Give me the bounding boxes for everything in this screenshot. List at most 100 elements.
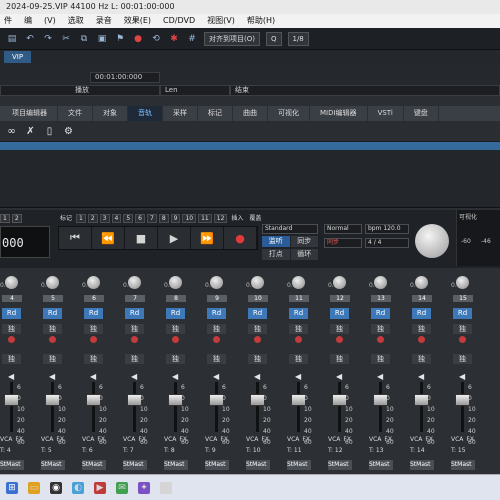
vca-button[interactable]: VCA [205, 436, 217, 443]
vca-button[interactable]: VCA [451, 436, 463, 443]
monitor-button[interactable]: 独 [371, 354, 390, 364]
monitor-button[interactable]: 独 [453, 354, 472, 364]
quantize-label[interactable]: Q [265, 31, 282, 46]
file-tab[interactable]: VIP [4, 51, 32, 63]
vca-button[interactable]: VCA [82, 436, 94, 443]
fx-button[interactable]: FX [425, 436, 433, 443]
solo-button[interactable]: 独 [43, 324, 62, 334]
paste-icon[interactable]: ▣ [96, 33, 108, 45]
solo-button[interactable]: 独 [207, 324, 226, 334]
solo-button[interactable]: 独 [166, 324, 185, 334]
forward-button[interactable]: ⏩ [191, 227, 224, 249]
play-button[interactable]: ▶ [158, 227, 191, 249]
speaker-icon[interactable]: ◀ [336, 372, 342, 381]
tab-midi-editor[interactable]: MIDI编辑器 [310, 106, 368, 121]
tab-object[interactable]: 对象 [93, 106, 128, 121]
snap-dropdown[interactable]: 对齐到项目(O) [204, 31, 260, 46]
marker-5[interactable]: 5 [123, 214, 134, 223]
marker-8[interactable]: 8 [158, 214, 169, 223]
vca-button[interactable]: VCA [0, 436, 12, 443]
record-icon[interactable]: ● [132, 33, 144, 45]
speaker-icon[interactable]: ◀ [418, 372, 424, 381]
vca-button[interactable]: VCA [164, 436, 176, 443]
solo-button[interactable]: 独 [330, 324, 349, 334]
stop-button[interactable]: ■ [125, 227, 158, 249]
menu-item-view[interactable]: 视图(V) [207, 14, 235, 28]
menu-item-cd-dvd[interactable]: CD/DVD [163, 14, 195, 28]
solo-button[interactable]: 独 [2, 324, 21, 334]
solo-button[interactable]: 独 [371, 324, 390, 334]
media-icon[interactable]: ▶ [94, 481, 106, 494]
tab-track[interactable]: 音轨 [128, 106, 163, 121]
record-arm-icon[interactable] [459, 336, 466, 343]
monitor-button[interactable]: 独 [207, 354, 226, 364]
vca-button[interactable]: VCA [41, 436, 53, 443]
new-project-icon[interactable]: ▤ [6, 33, 18, 45]
marker-icon[interactable]: ⚑ [114, 33, 126, 45]
read-button[interactable]: Rd [248, 308, 267, 319]
fx-button[interactable]: FX [56, 436, 64, 443]
grid-icon[interactable]: # [186, 33, 198, 45]
vca-button[interactable]: VCA [328, 436, 340, 443]
time-start-field[interactable]: 00:01:00:000 [90, 72, 160, 83]
fx-button[interactable]: FX [302, 436, 310, 443]
start-icon[interactable]: ⊞ [6, 481, 18, 494]
output-bus[interactable]: StMast [205, 460, 229, 470]
record-arm-icon[interactable] [336, 336, 343, 343]
marker-4[interactable]: 4 [111, 214, 122, 223]
menu-item-select[interactable]: 选取 [68, 14, 84, 28]
master-volume-knob[interactable] [415, 224, 449, 258]
undo-icon[interactable]: ↶ [24, 33, 36, 45]
tab-marker[interactable]: 标记 [198, 106, 233, 121]
solo-button[interactable]: 独 [125, 324, 144, 334]
menu-item-effects[interactable]: 效果(E) [124, 14, 151, 28]
monitor-button[interactable]: 独 [289, 354, 308, 364]
tools-icon[interactable]: ✗ [25, 126, 36, 137]
read-button[interactable]: Rd [207, 308, 226, 319]
output-bus[interactable]: StMast [0, 460, 24, 470]
read-button[interactable]: Rd [84, 308, 103, 319]
monitor-button[interactable]: 监听 [262, 236, 290, 247]
browser-icon[interactable]: ◐ [72, 481, 84, 494]
marker-10[interactable]: 10 [182, 214, 197, 223]
explorer-icon[interactable]: ▭ [28, 481, 40, 494]
output-bus[interactable]: StMast [451, 460, 475, 470]
output-bus[interactable]: StMast [410, 460, 434, 470]
record-arm-icon[interactable] [49, 336, 56, 343]
speaker-icon[interactable]: ◀ [459, 372, 465, 381]
fx-button[interactable]: FX [261, 436, 269, 443]
tab-song[interactable]: 曲曲 [233, 106, 268, 121]
output-bus[interactable]: StMast [82, 460, 106, 470]
marker-11[interactable]: 11 [198, 214, 212, 223]
monitor-button[interactable]: 独 [125, 354, 144, 364]
menu-item-edit[interactable]: 编 [24, 14, 32, 28]
read-button[interactable]: Rd [330, 308, 349, 319]
normal-dropdown[interactable]: Normal [324, 224, 362, 234]
sync-indicator[interactable]: 同步 [324, 238, 362, 248]
read-button[interactable]: Rd [289, 308, 308, 319]
tab-vsti[interactable]: VSTi [368, 106, 404, 121]
fx-button[interactable]: FX [220, 436, 228, 443]
copy-icon[interactable]: ⧉ [78, 33, 90, 45]
solo-button[interactable]: 独 [412, 324, 431, 334]
fx-button[interactable]: FX [138, 436, 146, 443]
tool-icon[interactable]: ✦ [138, 481, 150, 494]
cut-icon[interactable]: ✂ [60, 33, 72, 45]
output-bus[interactable]: StMast [369, 460, 393, 470]
tab-file[interactable]: 文件 [58, 106, 93, 121]
record-arm-icon[interactable] [295, 336, 302, 343]
record-button[interactable]: ● [224, 227, 257, 249]
monitor-button[interactable]: 独 [84, 354, 103, 364]
marker-3[interactable]: 3 [99, 214, 110, 223]
bpm-field[interactable]: bpm 120.0 [365, 224, 409, 234]
speaker-icon[interactable]: ◀ [8, 372, 14, 381]
monitor-button[interactable]: 独 [166, 354, 185, 364]
rewind-button[interactable]: ⏪ [92, 227, 125, 249]
len-field[interactable]: Len [160, 85, 230, 96]
division-dropdown[interactable]: 1/8 [287, 31, 309, 46]
speaker-icon[interactable]: ◀ [295, 372, 301, 381]
vca-button[interactable]: VCA [287, 436, 299, 443]
record-arm-icon[interactable] [254, 336, 261, 343]
vca-button[interactable]: VCA [410, 436, 422, 443]
redo-icon[interactable]: ↷ [42, 33, 54, 45]
